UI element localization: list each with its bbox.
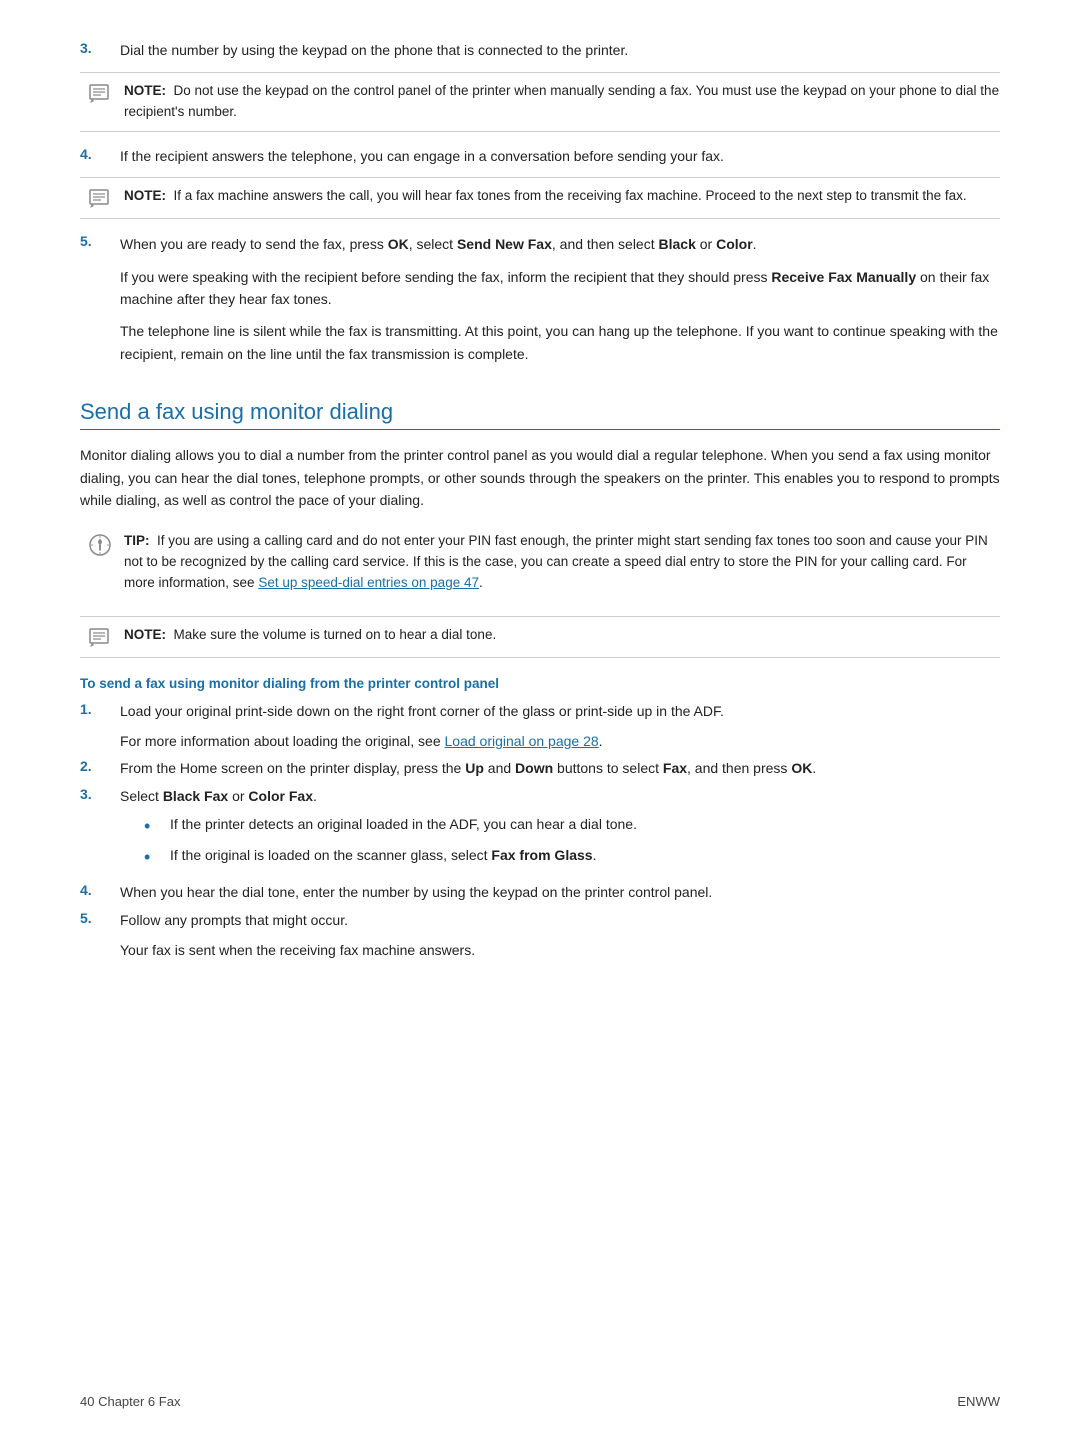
- note-1-icon: [88, 81, 116, 123]
- step-3-content: Dial the number by using the keypad on t…: [120, 40, 1000, 62]
- note-3-body: Make sure the volume is turned on to hea…: [174, 627, 497, 642]
- step-5-content: When you are ready to send the fax, pres…: [120, 233, 1000, 375]
- monitor-step-5-number: 5.: [80, 910, 104, 961]
- monitor-step-3-item: 3. Select Black Fax or Color Fax. • If t…: [80, 786, 1000, 876]
- note-3-text: NOTE: Make sure the volume is turned on …: [124, 625, 496, 649]
- note-1-body: Do not use the keypad on the control pan…: [124, 83, 999, 119]
- note-2-body: If a fax machine answers the call, you w…: [174, 188, 967, 203]
- step-3-item: 3. Dial the number by using the keypad o…: [80, 40, 1000, 62]
- section-intro: Monitor dialing allows you to dial a num…: [80, 444, 1000, 511]
- monitor-step-2-item: 2. From the Home screen on the printer d…: [80, 758, 1000, 780]
- monitor-step-5-item: 5. Follow any prompts that might occur. …: [80, 910, 1000, 961]
- monitor-step-5-text: Follow any prompts that might occur.: [120, 910, 1000, 932]
- note-1-label: NOTE:: [124, 83, 166, 98]
- bullet-icon-2: •: [144, 845, 158, 870]
- step-4-item: 4. If the recipient answers the telephon…: [80, 146, 1000, 168]
- monitor-sub-step-1-text: If the printer detects an original loade…: [170, 814, 637, 836]
- step-4-content: If the recipient answers the telephone, …: [120, 146, 1000, 168]
- note-2-icon: [88, 186, 116, 210]
- monitor-step-5-content: Follow any prompts that might occur. You…: [120, 910, 1000, 961]
- step-5-number: 5.: [80, 233, 104, 375]
- section-heading: Send a fax using monitor dialing: [80, 399, 1000, 430]
- monitor-sub-step-2: • If the original is loaded on the scann…: [144, 845, 1000, 870]
- footer-left: 40 Chapter 6 Fax: [80, 1394, 180, 1409]
- monitor-sub-step-2-text: If the original is loaded on the scanner…: [170, 845, 596, 867]
- tip-label: TIP:: [124, 533, 150, 548]
- tip-box: TIP: If you are using a calling card and…: [80, 523, 1000, 602]
- step-5-item: 5. When you are ready to send the fax, p…: [80, 233, 1000, 375]
- tip-icon: [88, 531, 116, 594]
- monitor-step-2-number: 2.: [80, 758, 104, 780]
- note-2-box: NOTE: If a fax machine answers the call,…: [80, 177, 1000, 219]
- monitor-step-5-extra: Your fax is sent when the receiving fax …: [120, 940, 1000, 962]
- monitor-step-1-number: 1.: [80, 701, 104, 752]
- note-1-box: NOTE: Do not use the keypad on the contr…: [80, 72, 1000, 132]
- monitor-step-1-item: 1. Load your original print-side down on…: [80, 701, 1000, 752]
- note-3-label: NOTE:: [124, 627, 166, 642]
- load-original-link[interactable]: Load original on page 28: [445, 733, 599, 749]
- note-3-box: NOTE: Make sure the volume is turned on …: [80, 616, 1000, 658]
- note-1-text: NOTE: Do not use the keypad on the contr…: [124, 81, 1000, 123]
- note-2-text: NOTE: If a fax machine answers the call,…: [124, 186, 967, 210]
- monitor-step-2-content: From the Home screen on the printer disp…: [120, 758, 1000, 780]
- step-4-number: 4.: [80, 146, 104, 168]
- monitor-step-4-item: 4. When you hear the dial tone, enter th…: [80, 882, 1000, 904]
- page-footer: 40 Chapter 6 Fax ENWW: [80, 1394, 1000, 1409]
- step-3-number: 3.: [80, 40, 104, 62]
- monitor-sub-step-1: • If the printer detects an original loa…: [144, 814, 1000, 839]
- tip-text: TIP: If you are using a calling card and…: [124, 531, 1000, 594]
- footer-right: ENWW: [957, 1394, 1000, 1409]
- speed-dial-link[interactable]: Set up speed-dial entries on page 47: [258, 575, 479, 590]
- monitor-step-1-extra: For more information about loading the o…: [120, 731, 1000, 753]
- note-3-icon: [88, 625, 116, 649]
- monitor-step-3-number: 3.: [80, 786, 104, 876]
- monitor-step-4-number: 4.: [80, 882, 104, 904]
- note-2-label: NOTE:: [124, 188, 166, 203]
- monitor-step-1-content: Load your original print-side down on th…: [120, 701, 1000, 752]
- monitor-step-3-content: Select Black Fax or Color Fax. • If the …: [120, 786, 1000, 876]
- sub-heading: To send a fax using monitor dialing from…: [80, 676, 1000, 691]
- monitor-step-4-content: When you hear the dial tone, enter the n…: [120, 882, 1000, 904]
- monitor-step-1-text: Load your original print-side down on th…: [120, 701, 1000, 723]
- bullet-icon-1: •: [144, 814, 158, 839]
